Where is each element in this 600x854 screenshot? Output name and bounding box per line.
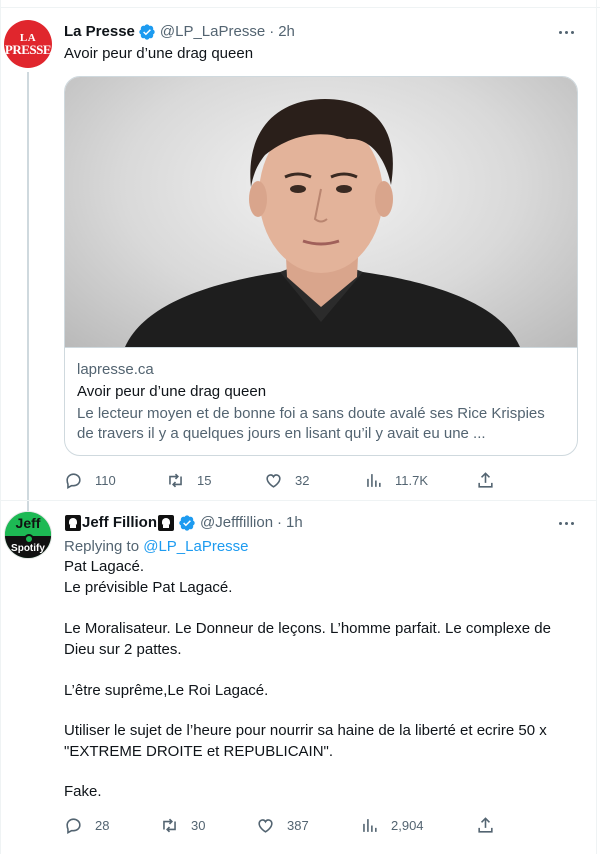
author-name[interactable]: Jeff Fillion xyxy=(82,513,157,533)
views-button[interactable]: 2,904 xyxy=(360,815,424,835)
share-icon xyxy=(478,471,493,488)
tweet-line-5: L’être suprême,Le Roi Lagacé. xyxy=(64,682,269,699)
author-handle[interactable]: @LP_LaPresse xyxy=(160,22,265,42)
portrait-illustration xyxy=(125,99,520,347)
tweet-line-7: "EXTREME DROITE et REPUBLICAIN". xyxy=(64,743,334,760)
more-icon[interactable] xyxy=(557,513,577,533)
avatar-lapresse[interactable]: LA PRESSE xyxy=(4,20,52,68)
lapresse-logo: LA PRESSE xyxy=(4,20,52,68)
tweet-line-8: Fake. xyxy=(64,783,102,800)
skull-crossbones-icon xyxy=(158,515,174,531)
more-icon[interactable] xyxy=(557,22,577,42)
logo-line2: PRESSE xyxy=(4,42,52,57)
tweet-line-3: Le Moralisateur. Le Donneur de leçons. L… xyxy=(64,620,551,637)
reply-button[interactable]: 110 xyxy=(64,470,116,490)
tweet-line-6: Utiliser le sujet de l’heure pour nourri… xyxy=(64,722,547,739)
views-count: 2,904 xyxy=(391,817,424,833)
avatar-word-jeff: Jeff xyxy=(15,515,41,531)
views-count: 11.7K xyxy=(395,472,429,488)
verified-badge-icon xyxy=(179,515,195,531)
tweet-text: Avoir peur d’une drag queen xyxy=(64,45,254,62)
share-button[interactable] xyxy=(476,815,495,835)
card-meta: lapresse.ca Avoir peur d’une drag queen … xyxy=(65,347,577,455)
tweet-header: La Presse @LP_LaPresse · 2h xyxy=(64,22,295,42)
share-icon xyxy=(478,816,493,833)
retweet-button[interactable]: 30 xyxy=(160,815,205,835)
replying-to: Replying to @LP_LaPresse xyxy=(64,537,249,557)
retweet-count: 15 xyxy=(197,472,212,488)
card-image-portrait xyxy=(65,77,577,347)
views-button[interactable]: 11.7K xyxy=(364,470,428,490)
avatar-jeff-fillion[interactable]: Jeff Spotify xyxy=(4,511,52,559)
like-icon xyxy=(258,818,273,833)
top-border xyxy=(0,0,600,8)
card-title: Avoir peur d’une drag queen xyxy=(77,383,267,400)
separator-dot: · xyxy=(277,514,283,531)
card-domain: lapresse.ca xyxy=(77,361,154,378)
tweet-lapresse[interactable]: LA PRESSE La Presse @LP_LaPresse · 2h Av… xyxy=(0,10,597,512)
reply-button[interactable]: 28 xyxy=(64,815,109,835)
timestamp[interactable]: 2h xyxy=(278,22,295,42)
share-button[interactable] xyxy=(476,470,495,490)
verified-badge-icon xyxy=(139,24,155,40)
replying-to-link[interactable]: @LP_LaPresse xyxy=(143,538,248,555)
tweet-line-4: Dieu sur 2 pattes. xyxy=(64,641,182,658)
avatar-word-spotify: Spotify xyxy=(11,543,45,554)
link-card[interactable]: lapresse.ca Avoir peur d’une drag queen … xyxy=(64,76,578,456)
tweet-line-2: Le prévisible Pat Lagacé. xyxy=(64,579,233,596)
like-count: 32 xyxy=(295,472,310,488)
reply-icon xyxy=(66,472,81,489)
like-count: 387 xyxy=(287,817,309,833)
separator-dot: · xyxy=(269,23,275,40)
views-icon xyxy=(363,818,377,832)
retweet-button[interactable]: 15 xyxy=(166,470,211,490)
retweet-count: 30 xyxy=(191,817,206,833)
reply-count: 28 xyxy=(95,817,110,833)
replying-prefix: Replying to xyxy=(64,538,140,555)
tweet-line-1: Pat Lagacé. xyxy=(64,558,145,575)
like-icon xyxy=(266,473,281,488)
card-description: Le lecteur moyen et de bonne foi a sans … xyxy=(77,405,545,442)
timestamp[interactable]: 1h xyxy=(286,513,303,533)
views-icon xyxy=(367,473,381,487)
action-bar: 110 15 32 11.7K xyxy=(64,470,524,490)
action-bar: 28 30 387 2,904 xyxy=(64,815,524,835)
author-handle[interactable]: @Jefffillion xyxy=(200,513,273,533)
retweet-icon xyxy=(169,473,182,487)
like-button[interactable]: 32 xyxy=(264,470,309,490)
tweet-header: Jeff Fillion @Jefffillion · 1h xyxy=(64,513,303,533)
like-button[interactable]: 387 xyxy=(256,815,309,835)
skull-crossbones-icon xyxy=(65,515,81,531)
thread-line xyxy=(27,72,29,512)
reply-icon xyxy=(66,817,81,834)
retweet-icon xyxy=(163,818,176,832)
author-name[interactable]: La Presse xyxy=(64,22,135,42)
tweet-jeff-fillion[interactable]: Jeff Spotify Jeff Fillion @Jefffillion ·… xyxy=(0,500,597,850)
reply-count: 110 xyxy=(95,472,116,488)
